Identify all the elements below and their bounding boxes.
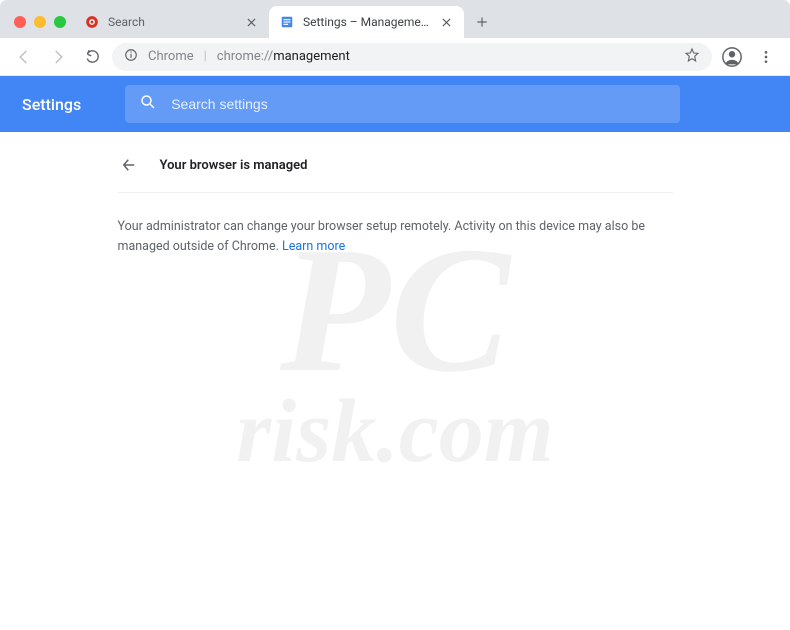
forward-button[interactable]	[44, 43, 72, 71]
management-panel: Your browser is managed Your administrat…	[118, 132, 673, 630]
back-arrow-button[interactable]	[118, 154, 140, 176]
tab-label: Search	[108, 15, 235, 29]
settings-header: Settings	[0, 76, 790, 132]
window-controls	[10, 16, 74, 38]
maximize-window-button[interactable]	[54, 16, 66, 28]
search-favicon	[84, 14, 100, 30]
settings-title: Settings	[22, 95, 81, 114]
reload-button[interactable]	[78, 43, 106, 71]
settings-favicon	[279, 14, 295, 30]
address-bar[interactable]: Chrome | chrome://management	[112, 43, 712, 71]
page-header: Your browser is managed	[118, 150, 673, 193]
back-button[interactable]	[10, 43, 38, 71]
new-tab-button[interactable]	[468, 8, 496, 36]
tab-label: Settings – Management	[303, 15, 430, 29]
url-label: Chrome	[148, 49, 194, 64]
settings-content: Your browser is managed Your administrat…	[0, 132, 790, 630]
management-description: Your administrator can change your brows…	[118, 193, 673, 281]
search-settings-box[interactable]	[125, 85, 680, 123]
browser-toolbar: Chrome | chrome://management	[0, 38, 790, 76]
page-title: Your browser is managed	[160, 158, 308, 173]
tab-settings-management[interactable]: Settings – Management	[269, 6, 464, 38]
site-info-icon[interactable]	[124, 48, 138, 66]
search-icon	[139, 93, 157, 115]
tab-search[interactable]: Search	[74, 6, 269, 38]
profile-avatar-icon[interactable]	[718, 43, 746, 71]
menu-button[interactable]	[752, 43, 780, 71]
close-tab-icon[interactable]	[438, 14, 454, 30]
learn-more-link[interactable]: Learn more	[282, 239, 345, 254]
url-separator: |	[204, 49, 207, 64]
close-window-button[interactable]	[14, 16, 26, 28]
close-tab-icon[interactable]	[243, 14, 259, 30]
tab-strip: Search Settings – Management	[0, 0, 790, 38]
search-settings-input[interactable]	[171, 96, 666, 112]
bookmark-star-icon[interactable]	[684, 47, 700, 67]
minimize-window-button[interactable]	[34, 16, 46, 28]
url-text: chrome://management	[217, 49, 350, 64]
